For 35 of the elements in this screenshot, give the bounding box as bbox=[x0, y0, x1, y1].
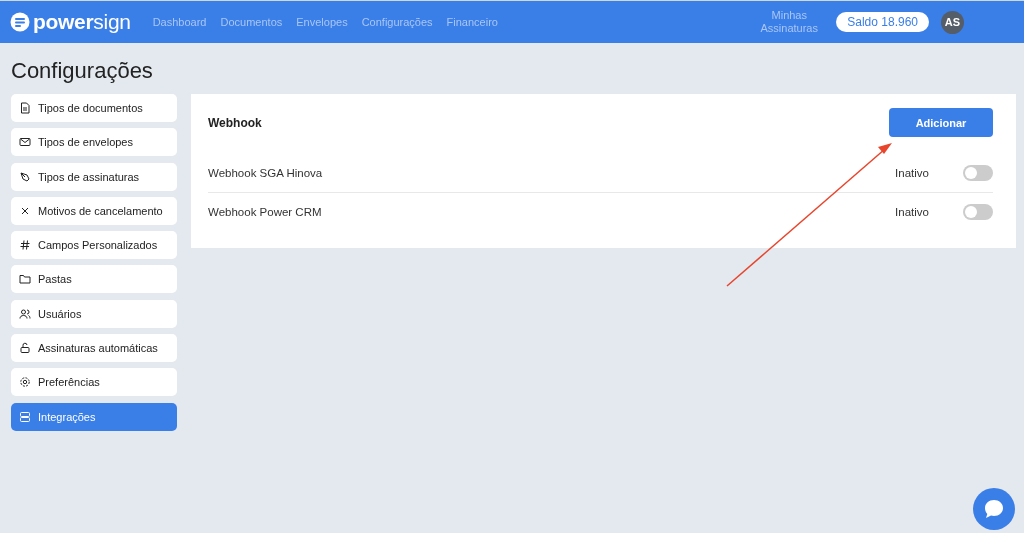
envelope-icon bbox=[19, 136, 31, 149]
sidebar-item[interactable]: Campos Personalizados bbox=[11, 231, 177, 260]
user-avatar[interactable]: AS bbox=[941, 10, 964, 34]
document-icon bbox=[19, 102, 31, 114]
logo[interactable]: powersign bbox=[10, 10, 131, 34]
toggle-switch[interactable] bbox=[963, 204, 993, 220]
users-icon bbox=[19, 307, 31, 320]
server-icon bbox=[19, 410, 31, 423]
chat-button[interactable] bbox=[973, 488, 1015, 530]
sidebar-item[interactable]: Tipos de envelopes bbox=[11, 128, 177, 157]
sidebar-item[interactable]: Motivos de cancelamento bbox=[11, 196, 177, 225]
unlock-icon bbox=[19, 342, 31, 355]
sidebar-item[interactable]: Usuários bbox=[11, 299, 177, 328]
pen-icon bbox=[19, 170, 31, 183]
logo-icon bbox=[10, 12, 30, 32]
webhook-name: Webhook Power CRM bbox=[208, 206, 323, 218]
sidebar-item[interactable]: Integrações bbox=[11, 402, 177, 431]
panel-title: Webhook bbox=[208, 115, 262, 130]
status-label: Inativo bbox=[895, 206, 929, 218]
status-label: Inativo bbox=[895, 167, 929, 179]
sidebar-item[interactable]: Assinaturas automáticas bbox=[11, 334, 177, 363]
page-title: Configurações bbox=[10, 57, 154, 85]
sidebar-item[interactable]: Pastas bbox=[11, 265, 177, 294]
sidebar-item[interactable]: Tipos de assinaturas bbox=[11, 162, 177, 191]
toggle-switch[interactable] bbox=[963, 165, 993, 181]
folder-icon bbox=[19, 273, 31, 286]
settings-icon bbox=[19, 376, 31, 389]
balance-badge[interactable]: Saldo 18.960 bbox=[836, 12, 929, 32]
webhook-name: Webhook SGA Hinova bbox=[208, 167, 324, 179]
add-button[interactable]: Adicionar bbox=[889, 108, 993, 137]
chat-icon bbox=[982, 497, 1006, 521]
sidebar-item[interactable]: Tipos de documentos bbox=[11, 94, 177, 122]
sidebar-item[interactable]: Preferências bbox=[11, 368, 177, 397]
logo-text: powersign bbox=[33, 10, 131, 34]
hash-icon bbox=[19, 239, 31, 252]
